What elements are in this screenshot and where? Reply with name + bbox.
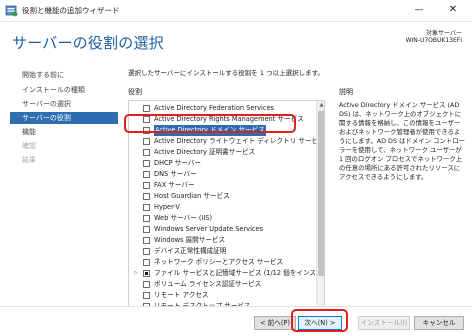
expand-arrow-icon[interactable]: ▷ bbox=[134, 268, 138, 279]
close-button[interactable]: ✕ bbox=[438, 0, 468, 21]
role-item[interactable]: デバイス正常性構成証明 bbox=[129, 246, 315, 257]
role-label: ファイル サービスと記憶域サービス (1/12 個をインストール済み) bbox=[154, 269, 324, 277]
role-item[interactable]: Host Guardian サービス bbox=[129, 191, 315, 202]
nav-item-results: 結果 bbox=[22, 156, 36, 164]
title-bar: 役割と機能の追加ウィザード — ✕ bbox=[0, 0, 472, 22]
role-item[interactable]: Windows 展開サービス bbox=[129, 235, 315, 246]
role-checkbox[interactable] bbox=[143, 149, 150, 156]
nav-item-confirmation: 確認 bbox=[22, 142, 36, 150]
nav-item-installation-type[interactable]: インストールの種類 bbox=[22, 84, 85, 96]
nav-item-features[interactable]: 機能 bbox=[22, 126, 36, 138]
role-item[interactable]: Web サーバー (IIS) bbox=[129, 213, 315, 224]
role-item[interactable]: ボリューム ライセンス認証サービス bbox=[129, 279, 315, 290]
role-label: Hyper-V bbox=[154, 203, 180, 211]
role-item[interactable]: FAX サーバー bbox=[129, 180, 315, 191]
role-item[interactable]: Windows Server Update Services bbox=[129, 224, 315, 235]
destination-server-label: 対象サーバー bbox=[426, 30, 462, 37]
role-label: FAX サーバー bbox=[154, 181, 195, 189]
role-label: リモート アクセス bbox=[154, 291, 209, 299]
role-item[interactable]: Active Directory 証明書サービス bbox=[129, 147, 315, 158]
destination-server-name: WIN-U7OBUK13EFI bbox=[405, 37, 462, 44]
role-checkbox[interactable] bbox=[143, 160, 150, 167]
role-label: DNS サーバー bbox=[154, 170, 197, 178]
role-item[interactable]: DHCP サーバー bbox=[129, 158, 315, 169]
role-item[interactable]: ネットワーク ポリシーとアクセス サービス bbox=[129, 257, 315, 268]
roles-list[interactable]: Active Directory Federation Services Act… bbox=[128, 100, 325, 322]
role-label: デバイス正常性構成証明 bbox=[154, 247, 227, 255]
wizard-footer: < 前へ(P) 次へ(N) > インストール(I) キャンセル bbox=[0, 306, 472, 336]
role-label: Active Directory Federation Services bbox=[154, 104, 274, 112]
role-item[interactable]: Hyper-V bbox=[129, 202, 315, 213]
role-label: Active Directory 証明書サービス bbox=[154, 148, 256, 156]
nav-item-server-roles[interactable]: サーバーの役割 bbox=[10, 112, 118, 124]
minimize-button[interactable]: — bbox=[404, 0, 434, 21]
role-checkbox[interactable] bbox=[143, 215, 150, 222]
window-title: 役割と機能の追加ウィザード bbox=[22, 6, 120, 15]
annotation-highlight-next bbox=[291, 309, 348, 332]
role-label: Windows Server Update Services bbox=[154, 225, 264, 233]
role-checkbox[interactable] bbox=[143, 248, 150, 255]
role-label: ボリューム ライセンス認証サービス bbox=[154, 280, 262, 288]
server-manager-icon bbox=[5, 5, 18, 17]
install-button: インストール(I) bbox=[358, 316, 410, 330]
role-item[interactable]: DNS サーバー bbox=[129, 169, 315, 180]
role-label: Windows 展開サービス bbox=[154, 236, 226, 244]
scroll-up-icon[interactable]: ▲ bbox=[317, 101, 324, 110]
wizard-nav: 開始する前に インストールの種類 サーバーの選択 サーバーの役割 機能 確認 結… bbox=[0, 60, 120, 306]
role-checkbox[interactable] bbox=[143, 138, 150, 145]
role-item[interactable]: リモート アクセス bbox=[129, 290, 315, 301]
role-checkbox[interactable] bbox=[143, 281, 150, 288]
role-item-file-services[interactable]: ▷ ファイル サービスと記憶域サービス (1/12 個をインストール済み) bbox=[129, 268, 324, 279]
role-label: Web サーバー (IIS) bbox=[154, 214, 213, 222]
role-checkbox[interactable] bbox=[143, 171, 150, 178]
role-checkbox[interactable] bbox=[143, 270, 150, 277]
role-item[interactable]: Active Directory Federation Services bbox=[129, 103, 315, 114]
scrollbar-thumb[interactable] bbox=[318, 111, 324, 276]
role-checkbox[interactable] bbox=[143, 292, 150, 299]
roles-scrollbar[interactable]: ▲ ▼ bbox=[316, 101, 324, 321]
nav-item-server-selection[interactable]: サーバーの選択 bbox=[22, 98, 71, 110]
role-label: ネットワーク ポリシーとアクセス サービス bbox=[154, 258, 284, 266]
description-header: 説明 bbox=[339, 88, 353, 96]
role-checkbox[interactable] bbox=[143, 204, 150, 211]
previous-button[interactable]: < 前へ(P) bbox=[254, 316, 296, 330]
role-checkbox[interactable] bbox=[143, 182, 150, 189]
role-checkbox[interactable] bbox=[143, 259, 150, 266]
annotation-highlight-role bbox=[124, 114, 296, 133]
instruction-text: 選択したサーバーにインストールする役割を 1 つ以上選択します。 bbox=[128, 69, 324, 77]
cancel-button[interactable]: キャンセル bbox=[414, 316, 464, 330]
description-text: Active Directory ドメイン サービス (AD DS) は、ネット… bbox=[339, 101, 465, 181]
role-label: Active Directory ライトウェイト ディレクトリ サービス bbox=[154, 137, 325, 145]
page-title: サーバーの役割の選択 bbox=[12, 34, 164, 52]
main-content: 選択したサーバーにインストールする役割を 1 つ以上選択します。 役割 説明 A… bbox=[120, 60, 472, 322]
role-checkbox[interactable] bbox=[143, 226, 150, 233]
nav-item-before-you-begin[interactable]: 開始する前に bbox=[22, 69, 64, 81]
role-checkbox[interactable] bbox=[143, 237, 150, 244]
wizard-header: サーバーの役割の選択 対象サーバー WIN-U7OBUK13EFI bbox=[0, 22, 472, 58]
role-item[interactable]: Active Directory ライトウェイト ディレクトリ サービス bbox=[129, 136, 324, 147]
role-checkbox[interactable] bbox=[143, 193, 150, 200]
roles-header: 役割 bbox=[128, 88, 142, 96]
role-label: DHCP サーバー bbox=[154, 159, 202, 167]
role-checkbox[interactable] bbox=[143, 105, 150, 112]
role-label: Host Guardian サービス bbox=[154, 192, 230, 200]
